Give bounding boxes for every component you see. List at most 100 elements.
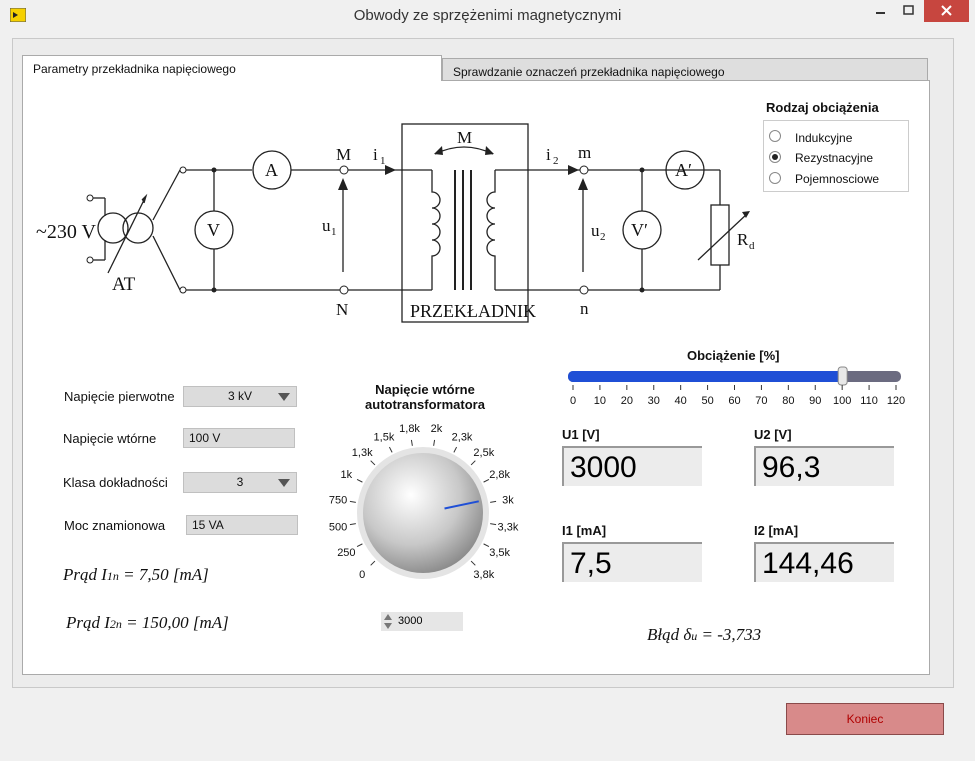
u1-reading-label: U1 [V] xyxy=(562,427,600,442)
i2-reading-label: I2 [mA] xyxy=(754,523,799,538)
knob-tick xyxy=(433,439,436,446)
slider-tick-label: 120 xyxy=(887,395,905,407)
i1-label: i xyxy=(373,145,378,164)
i2-sub: 2 xyxy=(553,155,559,167)
knob-tick xyxy=(356,543,363,548)
i1n-sub: 1n xyxy=(106,569,119,583)
exit-button[interactable]: Koniec xyxy=(786,703,944,735)
primary-voltage-label: Napięcie pierwotne xyxy=(64,389,175,404)
i2n-value: = 150,00 [mA] xyxy=(121,613,229,632)
radio-resistive[interactable] xyxy=(769,151,781,163)
minimize-button[interactable] xyxy=(868,0,894,22)
knob-tick-label: 3,8k xyxy=(473,569,494,581)
slider-tick-label: 80 xyxy=(782,395,794,407)
radio-inductive-label: Indukcyjne xyxy=(795,131,853,145)
mutual-M-label: M xyxy=(457,128,472,147)
knob-tick-label: 1,5k xyxy=(374,431,395,443)
close-button[interactable] xyxy=(924,0,969,22)
knob-tick-label: 3,5k xyxy=(489,547,510,559)
knob-tick xyxy=(349,523,356,526)
slider-tick-label: 30 xyxy=(648,395,660,407)
rated-current-i1n: Prąd I1n = 7,50 [mA] xyxy=(63,565,209,585)
load-slider-label: Obciążenie [%] xyxy=(687,348,780,363)
u1-sub: 1 xyxy=(331,226,337,238)
title-bar: Obwody ze sprzężenimi magnetycznymi xyxy=(0,0,975,31)
i1-sub: 1 xyxy=(380,155,386,167)
slider-tick-label: 70 xyxy=(755,395,767,407)
u2-label: u xyxy=(591,221,600,240)
power-label: Moc znamionowa xyxy=(64,518,166,533)
knob-value: 3000 xyxy=(398,615,423,627)
i1n-value: = 7,50 [mA] xyxy=(118,565,209,584)
maximize-button[interactable] xyxy=(896,0,922,22)
load-slider[interactable]: 0 10 20 30 40 50 60 70 80 90 100 110 120 xyxy=(562,366,907,410)
knob-title-line1: Napięcie wtórne xyxy=(375,382,475,397)
maximize-icon xyxy=(903,5,914,15)
knob-body xyxy=(363,453,483,573)
tab-markings-check[interactable]: Sprawdzanie oznaczeń przekładnika napięc… xyxy=(442,58,928,81)
chevron-down-icon xyxy=(278,479,290,487)
accuracy-select[interactable]: 3 xyxy=(183,472,297,493)
knob-tick-label: 0 xyxy=(359,569,365,581)
radio-capacitive-label: Pojemnosciowe xyxy=(795,172,880,186)
knob-tick-label: 250 xyxy=(337,547,355,559)
radio-inductive[interactable] xyxy=(769,130,781,142)
terminal-m-label: m xyxy=(578,143,591,162)
knob-tick-label: 2k xyxy=(431,423,443,435)
window-title: Obwody ze sprzężenimi magnetycznymi xyxy=(353,7,622,24)
knob-tick-label: 2,3k xyxy=(452,431,473,443)
load-type-title: Rodzaj obciążenia xyxy=(766,100,879,115)
knob-title: Napięcie wtórne autotransformatora xyxy=(340,382,510,412)
voltmeter-label: V xyxy=(207,220,220,240)
terminal-N-label: N xyxy=(336,300,348,319)
error-prefix: Błąd δ xyxy=(647,625,692,644)
stepper-arrows-icon[interactable] xyxy=(381,612,395,631)
error-readout: Błąd δu = -3,733 xyxy=(647,625,761,645)
transformer-box xyxy=(401,123,529,323)
primary-voltage-value: 3 kV xyxy=(227,389,252,403)
circuit-diagram: ~230 V AT A V M i 1 u 1 N M PRZEKŁADNIK … xyxy=(36,123,755,323)
i1-reading-label: I1 [mA] xyxy=(562,523,607,538)
supply-label: ~230 V xyxy=(36,221,96,243)
tab-parameters[interactable]: Parametry przekładnika napięciowego xyxy=(22,55,442,81)
knob-tick-label: 750 xyxy=(329,495,347,507)
slider-tick-label: 0 xyxy=(570,395,576,407)
knob-value-control[interactable]: 3000 xyxy=(381,612,463,631)
rd-sub: d xyxy=(749,240,755,252)
ammeter-label: A xyxy=(265,160,278,180)
slider-tick-label: 50 xyxy=(701,395,713,407)
terminal-M-label: M xyxy=(336,145,351,164)
knob-tick-label: 1,3k xyxy=(352,447,373,459)
u2-sub: 2 xyxy=(600,231,606,243)
close-icon xyxy=(941,5,952,16)
rated-current-i2n: Prąd I2n = 150,00 [mA] xyxy=(66,613,229,633)
radio-resistive-label: Rezystnacyjne xyxy=(795,151,874,165)
slider-tick-label: 90 xyxy=(809,395,821,407)
voltage-knob[interactable]: 0 250 500 750 1k 1,3k1,5k 1,8k 2k 2,3k2,5k 2,8k 3k… xyxy=(320,418,520,590)
ammeter2-label: A′ xyxy=(675,160,692,180)
knob-tick xyxy=(388,446,393,453)
slider-thumb xyxy=(837,366,848,386)
i2n-prefix: Prąd I xyxy=(66,613,110,632)
u2-reading-value: 96,3 xyxy=(754,446,894,486)
slider-tick-label: 40 xyxy=(675,395,687,407)
knob-tick xyxy=(483,478,490,483)
knob-tick xyxy=(490,523,497,526)
u1-label: u xyxy=(322,216,331,235)
secondary-voltage-field: 100 V xyxy=(183,428,295,448)
accuracy-label: Klasa dokładności xyxy=(63,475,168,490)
knob-title-line2: autotransformatora xyxy=(365,397,485,412)
voltmeter2-label: V′ xyxy=(631,220,648,240)
knob-tick-label: 3k xyxy=(502,495,514,507)
u2-reading-label: U2 [V] xyxy=(754,427,792,442)
knob-tick-label: 1k xyxy=(341,469,353,481)
at-label: AT xyxy=(112,274,136,295)
secondary-voltage-label: Napięcie wtórne xyxy=(63,431,157,446)
primary-voltage-select[interactable]: 3 kV xyxy=(183,386,297,407)
radio-capacitive[interactable] xyxy=(769,172,781,184)
knob-tick xyxy=(470,560,476,566)
knob-tick xyxy=(370,560,376,566)
i2-label: i xyxy=(546,145,551,164)
accuracy-value: 3 xyxy=(236,475,244,489)
at-arrow-line xyxy=(107,197,146,274)
